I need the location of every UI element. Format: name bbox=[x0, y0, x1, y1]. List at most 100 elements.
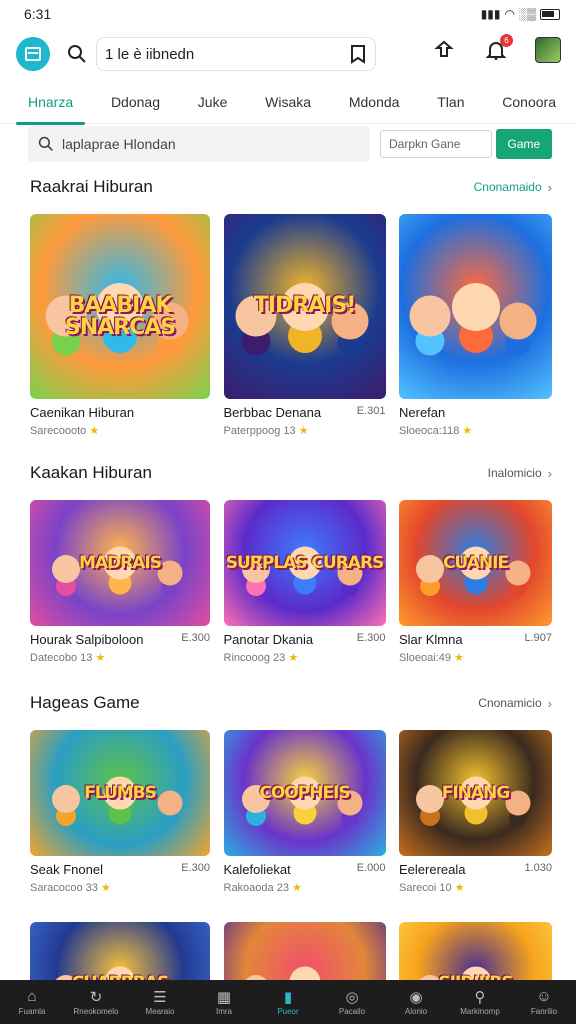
game-card[interactable]: FINANG Eelerereala 1.030 Sarecoi 10 ★ bbox=[399, 730, 552, 894]
game-price: E.301 bbox=[356, 405, 386, 417]
card-row: MADRAIS Hourak Salpiboloon E.300 Datecobo 1… bbox=[30, 500, 552, 664]
see-more-link[interactable]: Cnonamaido › bbox=[474, 180, 552, 195]
game-thumbnail[interactable]: FLUMBS bbox=[30, 730, 210, 856]
tab-0[interactable]: Hnarza bbox=[15, 82, 86, 125]
game-card[interactable]: TIDRAIS! Berbbac Denana E.301 Paterppoog 13… bbox=[223, 214, 386, 437]
search-icon bbox=[38, 136, 54, 152]
game-meta-text: Paterppoog 13 bbox=[223, 425, 296, 437]
nav-label: Fuamla bbox=[18, 1006, 46, 1016]
battery-icon bbox=[540, 8, 560, 20]
card-row: FLUMBS Seak Fnonel E.300 Saracocoo 33 ★ COOP… bbox=[30, 730, 552, 894]
section-header: Kaakan Hiburan Inalomicio › bbox=[30, 458, 552, 488]
game-card[interactable]: COOPHEIS Kalefoliekat E.000 Rakoaoda 23 ★ bbox=[223, 730, 386, 894]
game-price: E.300 bbox=[356, 632, 386, 644]
game-meta-text: Rakoaoda 23 bbox=[223, 882, 289, 894]
game-meta: Rakoaoda 23 ★ bbox=[224, 881, 386, 894]
section-1: Kaakan Hiburan Inalomicio › MADRAIS Hourak S… bbox=[30, 458, 552, 664]
game-meta-text: Sarecoooto bbox=[30, 425, 87, 437]
card-row: BAABIAK SNARCAS Caenikan Hiburan Sarecooot… bbox=[30, 214, 552, 437]
game-name: Kalefoliekat bbox=[223, 862, 291, 877]
share-button[interactable] bbox=[430, 36, 458, 64]
card-title-row: Kalefoliekat E.000 bbox=[224, 862, 386, 877]
game-thumbnail[interactable]: FINANG bbox=[399, 730, 552, 856]
bookmark-icon[interactable] bbox=[349, 44, 367, 68]
game-filter-input[interactable]: Darpkn Gane bbox=[380, 130, 492, 158]
game-meta: Rincooog 23 ★ bbox=[224, 651, 386, 664]
search-row: laplaprae Hlondan Darpkn Gane Game bbox=[28, 126, 552, 162]
wifi-icon: ◠ bbox=[504, 7, 515, 21]
app-logo-icon bbox=[25, 47, 41, 61]
card-title-row: Seak Fnonel E.300 bbox=[30, 862, 210, 877]
notifications-button[interactable]: 6 bbox=[482, 34, 513, 64]
app-logo[interactable] bbox=[16, 37, 50, 71]
nav-label: Markinomp bbox=[460, 1006, 500, 1016]
star-icon: ★ bbox=[86, 425, 100, 437]
game-art-title: CUANIE bbox=[442, 553, 509, 574]
see-more-link[interactable]: Inalomicio › bbox=[488, 466, 552, 481]
star-icon: ★ bbox=[92, 652, 106, 664]
search-icon[interactable] bbox=[66, 43, 88, 65]
card-title-row: Hourak Salpiboloon E.300 bbox=[30, 632, 210, 647]
nav-item-3[interactable]: ▦ Imra bbox=[196, 989, 252, 1016]
nav-label: Pacailo bbox=[338, 1006, 366, 1016]
game-thumbnail[interactable] bbox=[399, 214, 552, 399]
app-screen: 6:31 ▮▮▮ ◠ ░▒ 1 le è iibnedn 6 Hnarza Dd… bbox=[0, 0, 576, 1024]
see-more-label: Cnonamicio bbox=[478, 696, 542, 710]
game-thumbnail[interactable]: COOPHEIS bbox=[223, 730, 386, 856]
game-thumbnail[interactable]: SURPLAS CURARS bbox=[223, 500, 386, 626]
card-title-row: Berbbac Denana E.301 bbox=[224, 405, 386, 420]
tab-1[interactable]: Ddonag bbox=[111, 82, 160, 124]
game-price: L.907 bbox=[524, 632, 552, 644]
game-button[interactable]: Game bbox=[495, 129, 552, 159]
nav-item-0[interactable]: ⌂ Fuamla bbox=[4, 988, 60, 1016]
category-tabs: Hnarza Ddonag Juke Wisaka Mdonda Tlan Conoora bbox=[0, 82, 576, 125]
nav-item-6[interactable]: ◉ Alonio bbox=[388, 989, 444, 1016]
game-card[interactable]: Nerefan Sloeoca:118 ★ bbox=[399, 214, 552, 437]
game-thumbnail[interactable]: BAABIAK SNARCAS bbox=[30, 214, 210, 399]
nav-item-5[interactable]: ◎ Pacailo bbox=[324, 989, 380, 1016]
search-icon: ⚲ bbox=[474, 988, 486, 1006]
game-thumbnail[interactable]: CUANIE bbox=[399, 500, 552, 626]
avatar bbox=[535, 37, 561, 63]
profile-button[interactable] bbox=[534, 36, 562, 64]
see-more-label: Cnonamaido bbox=[473, 180, 542, 194]
nav-item-2[interactable]: ☰ Mearaio bbox=[132, 989, 188, 1016]
game-meta: Saracocoo 33 ★ bbox=[30, 881, 210, 894]
card-title-row: Panotar Dkania E.300 bbox=[224, 632, 386, 647]
tab-6[interactable]: Conoora bbox=[502, 82, 556, 124]
nav-item-1[interactable]: ↻ Rneokomelo bbox=[68, 989, 124, 1016]
nav-item-7[interactable]: ⚲ Markinomp bbox=[452, 989, 508, 1016]
game-card[interactable]: SURPLAS CURARS Panotar Dkania E.300 Rincooo… bbox=[223, 500, 386, 664]
section-2: Hageas Game Cnonamicio › FLUMBS Seak Fnonel E… bbox=[30, 688, 552, 894]
game-card[interactable]: MADRAIS Hourak Salpiboloon E.300 Datecobo 1… bbox=[30, 500, 210, 664]
tab-2[interactable]: Juke bbox=[198, 82, 228, 124]
see-more-link[interactable]: Cnonamicio › bbox=[478, 696, 552, 711]
tab-4[interactable]: Mdonda bbox=[349, 82, 400, 124]
section-title: Hageas Game bbox=[30, 693, 140, 712]
nav-item-4[interactable]: ▮ Pueor bbox=[260, 989, 316, 1016]
game-thumbnail[interactable]: TIDRAIS! bbox=[223, 214, 386, 399]
game-thumbnail[interactable]: MADRAIS bbox=[30, 500, 210, 626]
character-figure bbox=[451, 282, 500, 331]
game-meta-text: Sloeoca:118 bbox=[399, 425, 460, 437]
game-art-title: SURPLAS CURARS bbox=[225, 553, 385, 574]
nav-label: Fanrilio bbox=[530, 1006, 558, 1016]
refresh-icon: ↻ bbox=[89, 988, 103, 1006]
chevron-right-icon: › bbox=[547, 179, 552, 195]
game-card[interactable]: CUANIE Slar Klmna L.907 Sloeoai:49 ★ bbox=[399, 500, 552, 664]
game-card[interactable]: FLUMBS Seak Fnonel E.300 Saracocoo 33 ★ bbox=[30, 730, 210, 894]
section-header: Hageas Game Cnonamicio › bbox=[30, 688, 552, 718]
menu-icon: ☰ bbox=[153, 988, 167, 1006]
header-search-input[interactable]: 1 le è iibnedn bbox=[96, 37, 376, 71]
game-search-bar[interactable]: laplaprae Hlondan bbox=[28, 126, 370, 162]
search-placeholder: laplaprae Hlondan bbox=[62, 136, 176, 152]
tab-3[interactable]: Wisaka bbox=[265, 82, 311, 124]
nav-item-8[interactable]: ☺ Fanrilio bbox=[516, 988, 572, 1016]
status-time: 6:31 bbox=[24, 6, 52, 22]
tab-5[interactable]: Tlan bbox=[437, 82, 464, 124]
share-icon bbox=[434, 40, 454, 57]
game-card[interactable]: BAABIAK SNARCAS Caenikan Hiburan Sarecooot… bbox=[30, 214, 210, 437]
game-name: Eelerereala bbox=[399, 862, 466, 877]
game-meta: Paterppoog 13 ★ bbox=[224, 424, 386, 437]
section-title: Kaakan Hiburan bbox=[30, 463, 152, 482]
